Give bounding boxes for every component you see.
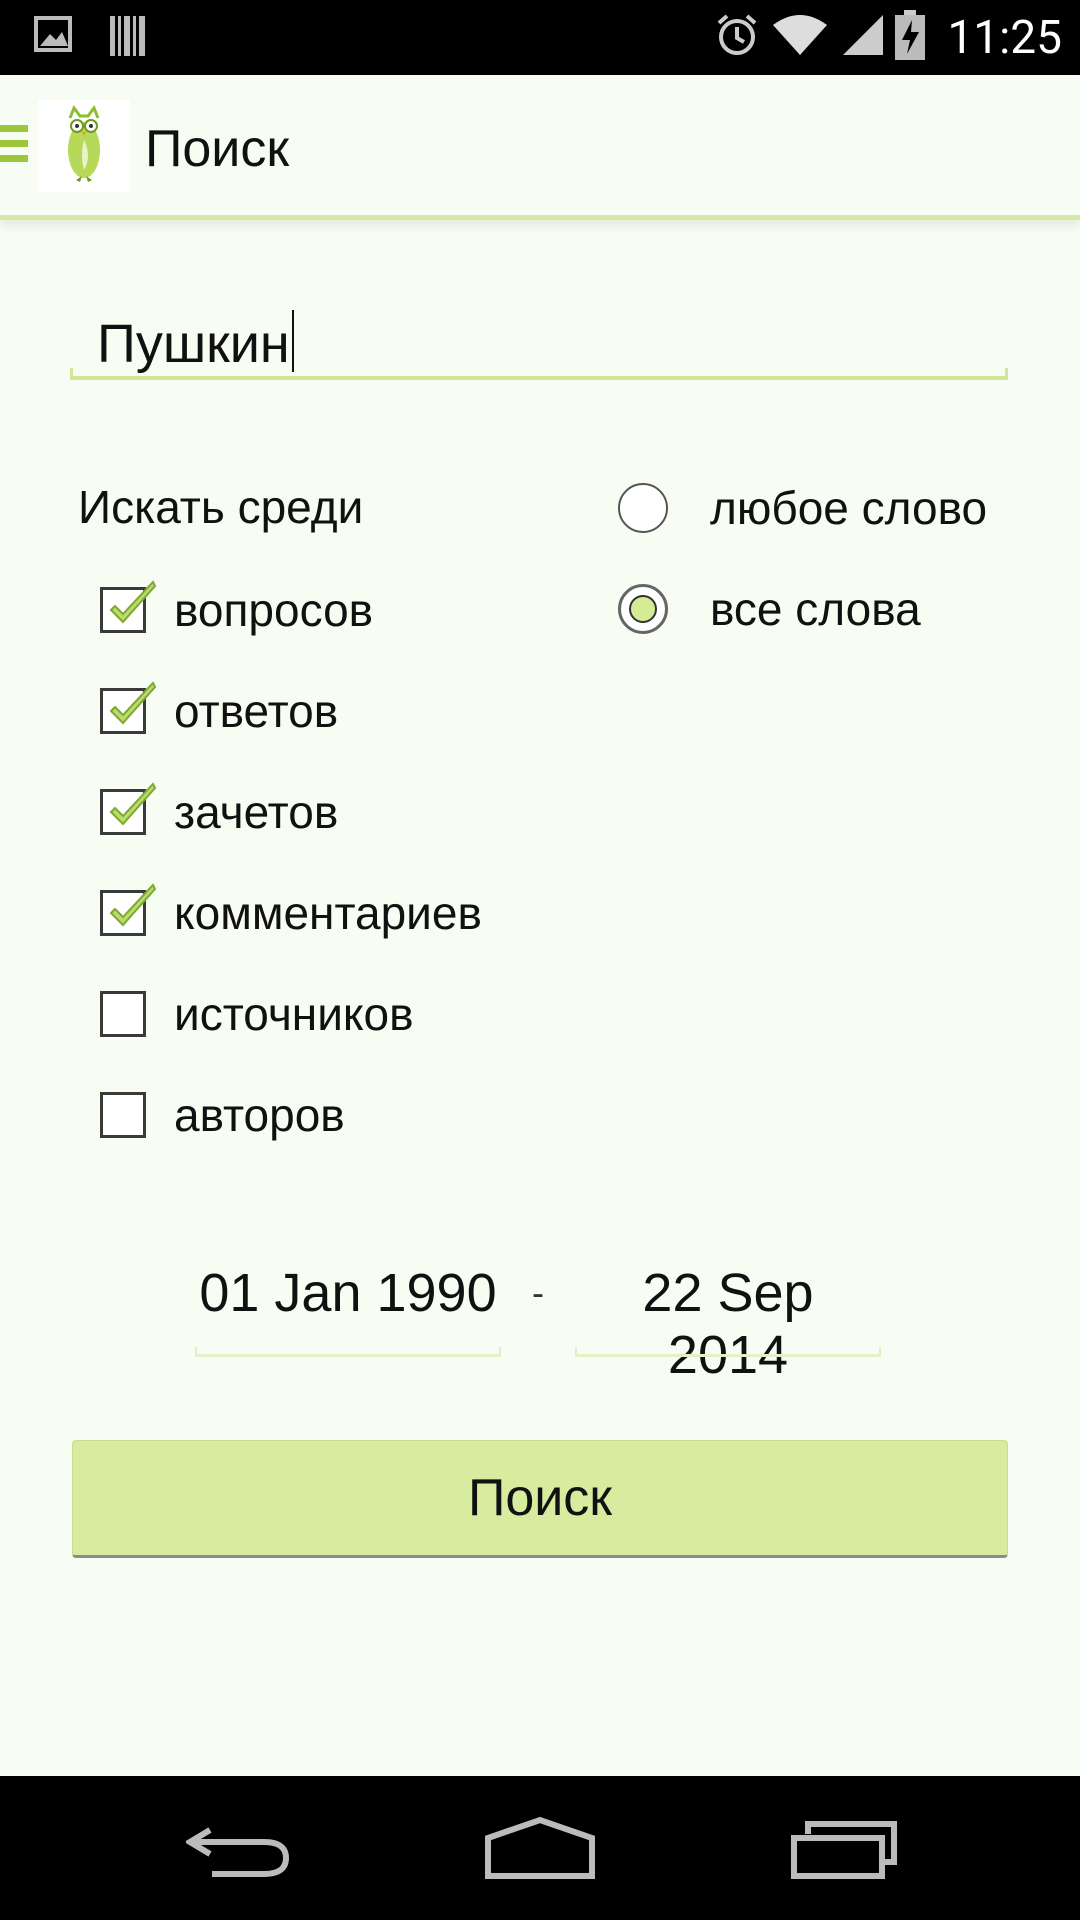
- checkbox-comments[interactable]: комментариев: [100, 883, 482, 943]
- search-input-value: Пушкин: [97, 314, 290, 374]
- checkbox-label: источников: [174, 988, 414, 1040]
- checkbox-questions[interactable]: вопросов: [100, 580, 373, 640]
- search-button[interactable]: Поиск: [72, 1440, 1008, 1558]
- checkbox-box[interactable]: [100, 1092, 146, 1138]
- checkbox-answers[interactable]: ответов: [100, 681, 338, 741]
- checkbox-label: зачетов: [174, 786, 339, 838]
- radio-label: все слова: [710, 583, 921, 635]
- checkbox-label: авторов: [174, 1089, 345, 1141]
- date-from-underline: [195, 1347, 501, 1357]
- checkbox-label: комментариев: [174, 887, 482, 939]
- checkbox-box[interactable]: [100, 782, 157, 835]
- cellular-signal-icon: [839, 13, 884, 62]
- search-input-underline: [70, 368, 1008, 380]
- owl-logo-icon[interactable]: [38, 100, 130, 192]
- date-from-field[interactable]: 01 Jan 1990: [195, 1262, 501, 1357]
- checkbox-box[interactable]: [100, 681, 157, 734]
- drawer-toggle-icon[interactable]: [0, 125, 30, 167]
- battery-charging-icon: [895, 10, 926, 65]
- date-from-value: 01 Jan 1990: [199, 1263, 497, 1323]
- home-icon[interactable]: [484, 1816, 596, 1885]
- checkbox-label: ответов: [174, 685, 339, 737]
- wifi-icon: [773, 13, 828, 62]
- image-notification-icon: [34, 14, 74, 63]
- page-title: Поиск: [145, 120, 290, 178]
- radio-circle[interactable]: [618, 584, 668, 634]
- radio-any-word[interactable]: любое слово: [618, 478, 987, 538]
- action-bar: Поиск: [0, 75, 1080, 220]
- radio-all-words[interactable]: все слова: [618, 579, 921, 639]
- date-to-value: 22 Sep 2014: [642, 1263, 814, 1385]
- checkbox-label: вопросов: [174, 584, 374, 636]
- checkbox-authors[interactable]: авторов: [100, 1085, 345, 1145]
- alarm-icon: [713, 11, 761, 64]
- checkbox-box[interactable]: [100, 883, 157, 936]
- back-icon[interactable]: [184, 1816, 292, 1885]
- navigation-bar: [0, 1776, 1080, 1920]
- checkbox-credits[interactable]: зачетов: [100, 782, 338, 842]
- date-range-separator: -: [532, 1272, 544, 1313]
- checkbox-sources[interactable]: источников: [100, 984, 414, 1044]
- barcode-notification-icon: [108, 14, 148, 63]
- search-among-label: Искать среди: [78, 481, 364, 533]
- radio-label: любое слово: [710, 482, 988, 534]
- checkbox-box[interactable]: [100, 580, 157, 633]
- recent-apps-icon[interactable]: [790, 1816, 900, 1885]
- date-to-field[interactable]: 22 Sep 2014: [575, 1262, 881, 1385]
- status-bar: 11:25: [0, 0, 1080, 75]
- checkbox-box[interactable]: [100, 991, 146, 1037]
- radio-circle[interactable]: [618, 483, 668, 533]
- text-cursor: [291, 310, 294, 372]
- date-to-underline: [575, 1347, 881, 1357]
- status-time: 11:25: [947, 10, 1062, 65]
- search-input[interactable]: Пушкин: [70, 300, 1008, 380]
